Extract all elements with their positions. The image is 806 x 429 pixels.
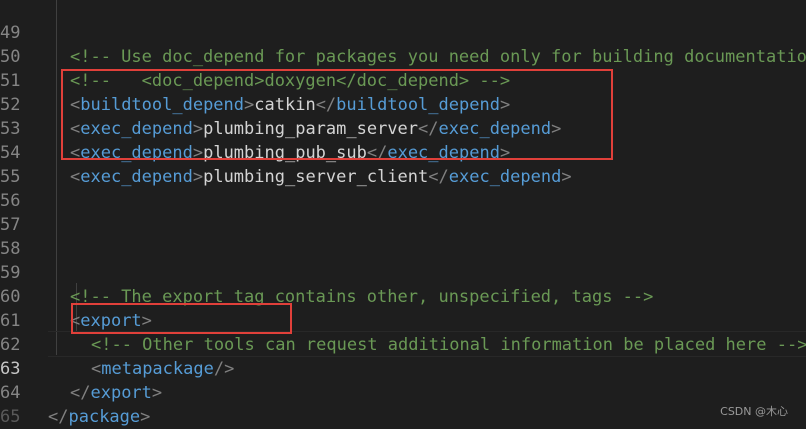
tag-name: package bbox=[68, 407, 141, 427]
code-line: 57 bbox=[0, 189, 41, 235]
xml-element: </package> bbox=[48, 407, 151, 427]
comment-text: <!-- Other tools can request additional … bbox=[91, 335, 806, 355]
code-line: 63 </export> bbox=[0, 333, 162, 403]
code-line: 53 <exec_depend>plumbing_pub_sub</exec_d… bbox=[0, 93, 510, 163]
tag-name: export bbox=[90, 383, 152, 403]
code-line: 55 bbox=[0, 141, 41, 187]
code-line: 49 <!-- Use doc_depend for packages you … bbox=[0, 0, 806, 67]
code-line: 62 <metapackage/> bbox=[0, 309, 234, 379]
code-line: 64 </package> bbox=[0, 357, 150, 427]
xml-element: </export> bbox=[70, 383, 163, 403]
code-line: 59 <!-- The export tag contains other, u… bbox=[0, 237, 653, 307]
code-line: 56 bbox=[0, 165, 41, 211]
watermark: CSDN @木心 bbox=[720, 405, 788, 418]
tag-name: exec_depend bbox=[80, 167, 193, 187]
code-line: 58 bbox=[0, 213, 41, 259]
tag-name: metapackage bbox=[101, 359, 214, 379]
annotation-box-exec-depends bbox=[61, 69, 613, 160]
code-line: 52 <exec_depend>plumbing_param_server</e… bbox=[0, 69, 561, 139]
xml-element: <metapackage/> bbox=[91, 359, 235, 379]
code-line: 54 <exec_depend>plumbing_server_client</… bbox=[0, 117, 572, 187]
indent-guide bbox=[56, 0, 57, 355]
line-number: 65 bbox=[0, 407, 21, 427]
code-editor[interactable]: 49 <!-- Use doc_depend for packages you … bbox=[0, 0, 806, 429]
element-content: plumbing_server_client bbox=[203, 167, 429, 187]
code-line: 61 <!-- Other tools can request addition… bbox=[0, 285, 806, 355]
annotation-box-metapackage bbox=[71, 303, 292, 334]
xml-element: <exec_depend>plumbing_server_client</exe… bbox=[70, 167, 572, 187]
code-line: 65 bbox=[0, 381, 41, 427]
code-line: 50 <!-- <doc_depend>doxygen</doc_depend>… bbox=[0, 21, 510, 91]
code-line: 51 <buildtool_depend>catkin</buildtool_d… bbox=[0, 45, 510, 115]
comment-text: <!-- Use doc_depend for packages you nee… bbox=[70, 47, 806, 67]
code-line: 60 <export> bbox=[0, 261, 152, 331]
tag-name: exec_depend bbox=[448, 167, 562, 187]
